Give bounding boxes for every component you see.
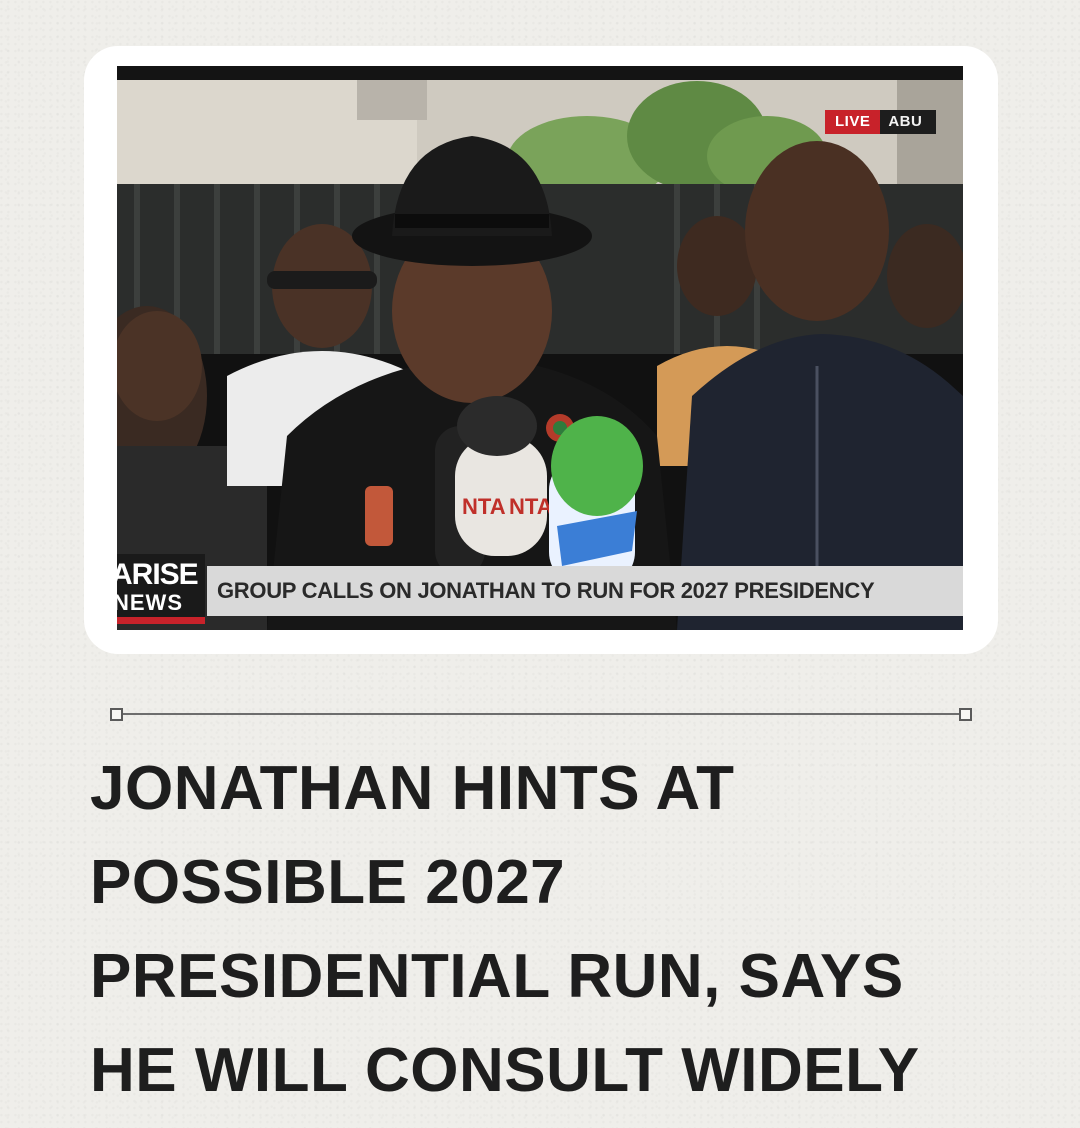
article-headline: JONATHAN HINTS AT POSSIBLE 2027 PRESIDEN… xyxy=(90,754,920,1105)
logo-line-2: NEWS xyxy=(117,590,183,615)
location-label: ABU xyxy=(880,110,937,134)
logo-red-bar xyxy=(117,617,205,624)
divider-handle-right xyxy=(959,708,972,721)
svg-text:NTA: NTA xyxy=(462,494,506,519)
arise-news-logo: ARISE NEWS xyxy=(117,554,205,624)
press-scene-illustration: NTA NTA xyxy=(117,66,963,630)
live-label: LIVE xyxy=(825,110,881,134)
news-video-screenshot[interactable]: NTA NTA LIVE ABU ARISE NEWS GROUP CALLS … xyxy=(117,66,963,630)
ticker-headline: GROUP CALLS ON JONATHAN TO RUN FOR 2027 … xyxy=(207,566,963,616)
divider-line xyxy=(116,713,966,715)
svg-text:NTA: NTA xyxy=(509,494,553,519)
divider-handle-left xyxy=(110,708,123,721)
logo-line-1: ARISE xyxy=(117,558,199,591)
live-indicator: LIVE ABU xyxy=(825,110,937,134)
divider-with-handles xyxy=(110,708,972,721)
news-lower-third: ARISE NEWS GROUP CALLS ON JONATHAN TO RU… xyxy=(117,554,963,624)
